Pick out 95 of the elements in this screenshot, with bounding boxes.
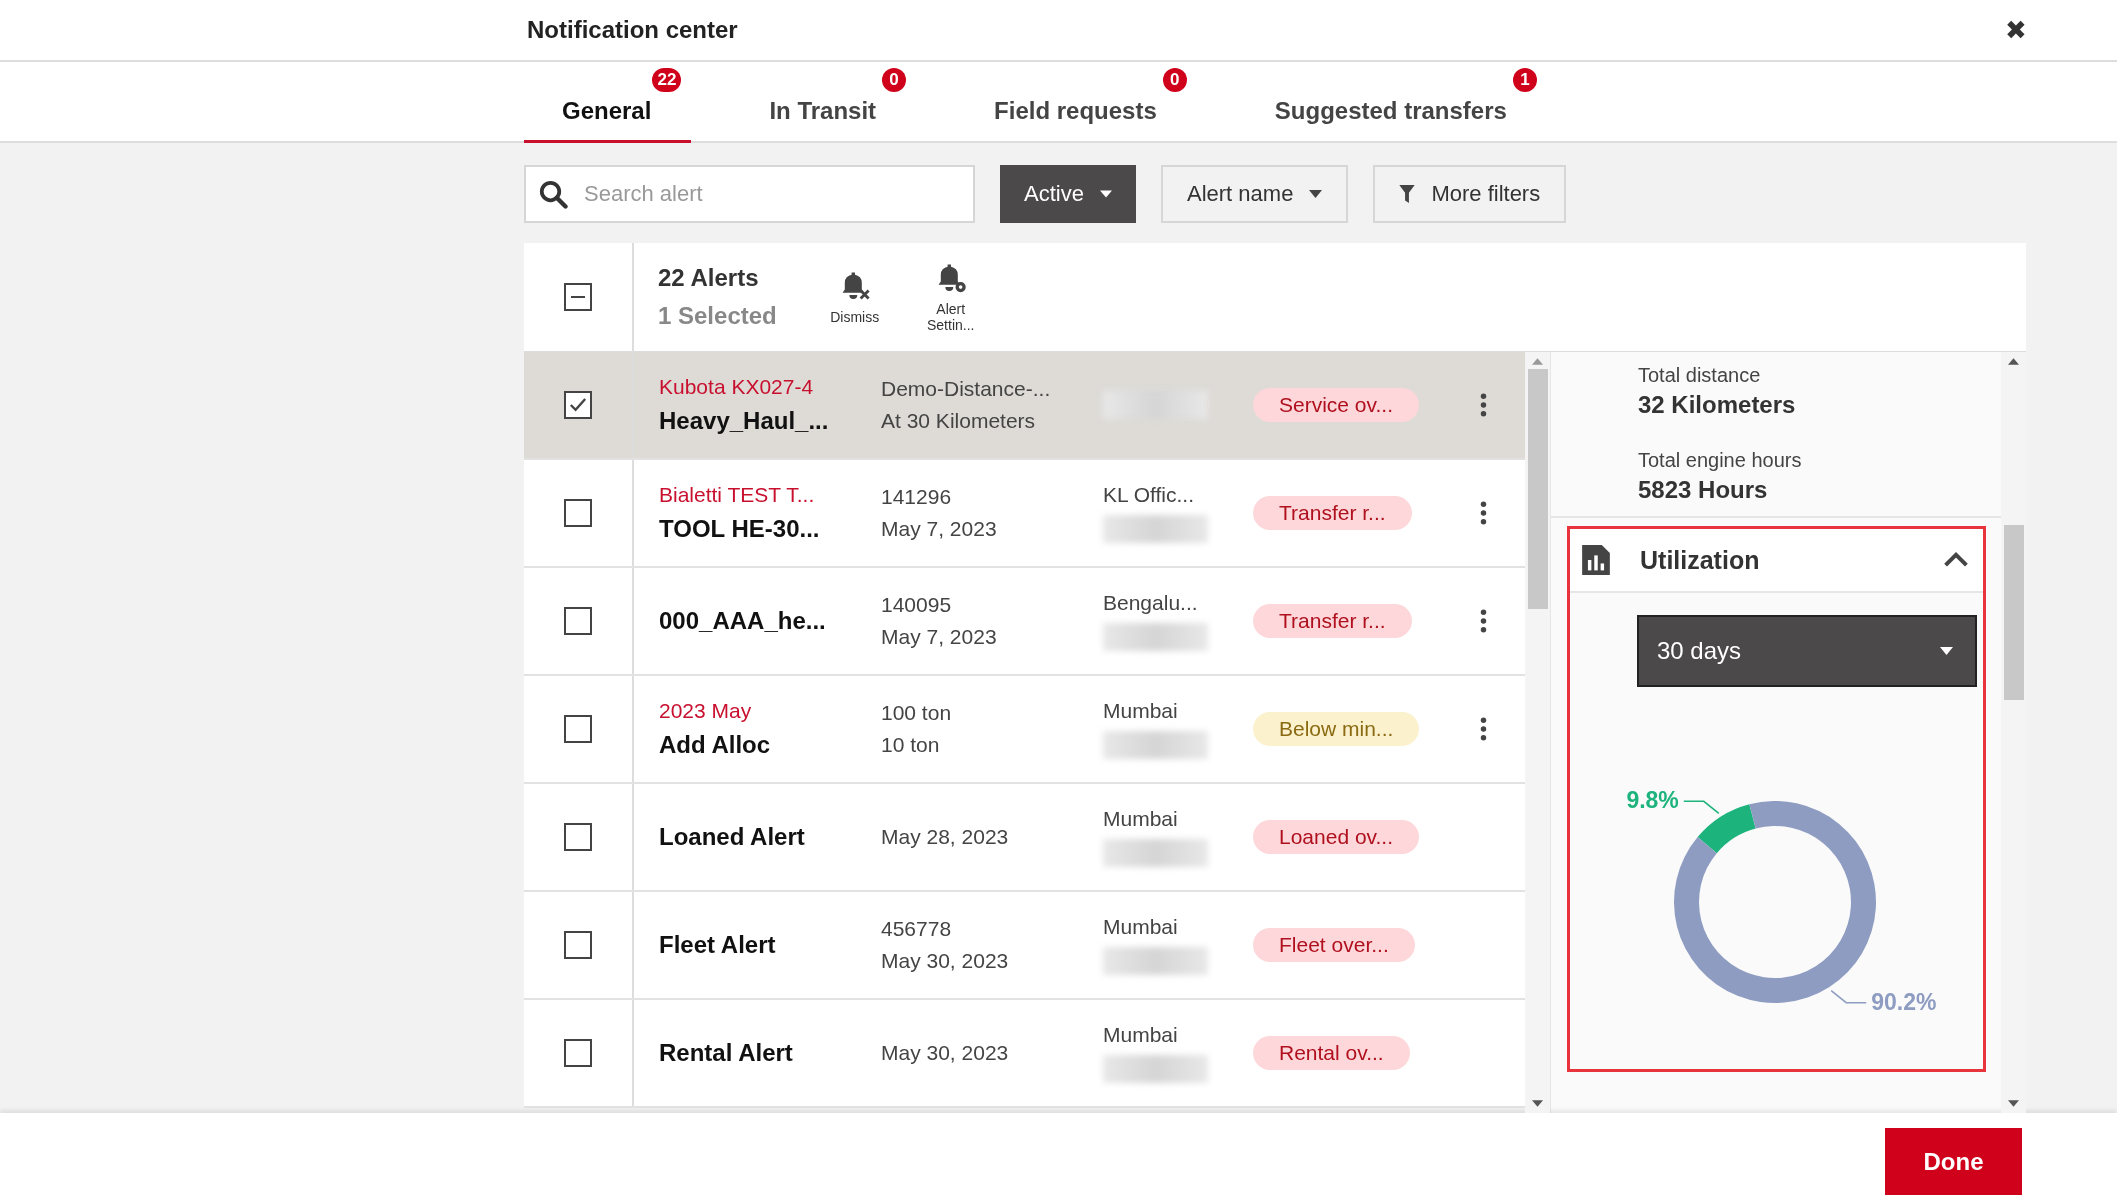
alert-row[interactable]: Loaned Alert May 28, 2023 Mumbai Loaned ov... xyxy=(524,784,1525,892)
caret-icon xyxy=(1940,647,1953,655)
more-icon[interactable] xyxy=(1479,609,1487,633)
alert-detail: May 7, 2023 xyxy=(881,517,998,541)
location-text: Mumbai xyxy=(1103,915,1179,939)
location-text: Mumbai xyxy=(1103,699,1179,723)
alert-row[interactable]: 000_AAA_he... 140095 May 7, 2023 Bengalu... Transfer r... xyxy=(524,568,1525,676)
row-checkbox[interactable] xyxy=(564,823,592,851)
scroll-down-icon[interactable] xyxy=(1532,1100,1543,1107)
tab[interactable]: Field requests 0 xyxy=(956,62,1197,143)
row-checkbox[interactable] xyxy=(564,607,592,635)
caret-icon xyxy=(1309,190,1323,198)
alert-detail: May 30, 2023 xyxy=(881,1041,1010,1065)
row-checkbox[interactable] xyxy=(564,499,592,527)
count-badge: 0 xyxy=(1162,68,1187,92)
window-title: Notification center xyxy=(527,16,738,44)
alert-name: 000_AAA_he... xyxy=(659,607,827,635)
alert-detail: 456778 xyxy=(881,917,953,941)
location-text: Mumbai xyxy=(1103,1023,1179,1047)
stat-label: Total distance xyxy=(1638,364,1762,387)
count-badge: 1 xyxy=(1512,68,1537,92)
stat-label: Total engine hours xyxy=(1638,449,1803,472)
select-all-checkbox[interactable] xyxy=(564,283,592,311)
alert-settings-button[interactable]: Alert Settin... xyxy=(902,261,999,333)
search-field[interactable]: Search alert xyxy=(524,165,975,223)
dismiss-button[interactable]: Dismiss xyxy=(806,269,903,325)
more-icon[interactable] xyxy=(1479,717,1487,741)
done-button[interactable]: Done xyxy=(1885,1128,2022,1195)
alert-detail: 140095 xyxy=(881,593,953,617)
alert-row[interactable]: Kubota KX027-4 Heavy_Haul_... Demo-Distance-... At 30 Kilometers Service ov... xyxy=(524,352,1525,460)
alert-tag: Transfer r... xyxy=(1253,496,1412,530)
alert-name: Loaned Alert xyxy=(659,823,806,851)
alert-tag: Below min... xyxy=(1253,712,1420,746)
alert-count: 22 Alerts xyxy=(658,264,760,292)
alert-detail: Demo-Distance-... xyxy=(881,377,1052,401)
close-button[interactable]: ✖ xyxy=(2005,14,2027,46)
count-badge: 22 xyxy=(652,68,682,92)
stat-value: 32 Kilometers xyxy=(1638,391,1797,419)
selected-count: 1 Selected xyxy=(658,302,777,330)
data-label: 90.2% xyxy=(1871,988,1937,1015)
alert-tag: Service ov... xyxy=(1253,388,1419,422)
alert-name: Add Alloc xyxy=(659,731,772,759)
location-text: KL Offic... xyxy=(1103,483,1196,507)
row-checkbox[interactable] xyxy=(564,1039,592,1067)
section-title: Utilization xyxy=(1640,545,1761,575)
scroll-thumb[interactable] xyxy=(1527,369,1548,609)
alert-detail: 10 ton xyxy=(881,733,941,757)
alert-name: Heavy_Haul_... xyxy=(659,407,830,435)
search-icon xyxy=(538,179,568,209)
alert-row[interactable]: Rental Alert May 30, 2023 Mumbai Rental ov... xyxy=(524,1000,1525,1108)
alert-row[interactable]: Fleet Alert 456778 May 30, 2023 Mumbai Fleet over... xyxy=(524,892,1525,1000)
alert-row[interactable]: Bialetti TEST T... TOOL HE-30... 141296 May 7, 2023 KL Offic... Transfer r... xyxy=(524,460,1525,568)
location-text: Mumbai xyxy=(1103,807,1179,831)
more-icon[interactable] xyxy=(1479,501,1487,525)
alert-tag: Rental ov... xyxy=(1253,1036,1410,1070)
row-checkbox[interactable] xyxy=(564,391,592,419)
location-text: Bengalu... xyxy=(1103,591,1199,615)
alert-detail: May 7, 2023 xyxy=(881,625,998,649)
scroll-thumb[interactable] xyxy=(2003,525,2024,700)
alert-name-dropdown[interactable]: Alert name xyxy=(1161,165,1349,223)
asset-name: Kubota KX027-4 xyxy=(659,375,815,399)
caret-icon xyxy=(1099,190,1112,198)
more-filters-button[interactable]: More filters xyxy=(1373,165,1567,223)
tab[interactable]: General 22 xyxy=(524,62,692,143)
count-badge: 0 xyxy=(882,68,907,92)
stat-value: 5823 Hours xyxy=(1638,476,1769,504)
alert-detail: 141296 xyxy=(881,485,953,509)
alert-tag: Fleet over... xyxy=(1253,928,1415,962)
status-dropdown[interactable]: Active xyxy=(1000,165,1136,223)
alert-detail: 100 ton xyxy=(881,701,953,725)
data-label: 9.8% xyxy=(1626,787,1679,814)
alert-name: Rental Alert xyxy=(659,1039,794,1067)
alert-tag: Loaned ov... xyxy=(1253,820,1420,854)
asset-name: 2023 May xyxy=(659,699,753,723)
tab[interactable]: Suggested transfers 1 xyxy=(1236,62,1547,143)
tab[interactable]: In Transit 0 xyxy=(731,62,917,143)
alert-detail: May 28, 2023 xyxy=(881,825,1010,849)
period-dropdown[interactable]: 30 days xyxy=(1637,615,1977,687)
chevron-icon[interactable] xyxy=(1943,552,1969,568)
alert-name: TOOL HE-30... xyxy=(659,515,821,543)
scroll-up-icon[interactable] xyxy=(2008,358,2019,365)
asset-name: Bialetti TEST T... xyxy=(659,483,816,507)
data-label: 9.8% xyxy=(1626,787,1720,815)
alert-name: Fleet Alert xyxy=(659,931,777,959)
alert-detail: May 30, 2023 xyxy=(881,949,1010,973)
filter-icon xyxy=(1399,185,1416,203)
scroll-down-icon[interactable] xyxy=(2008,1100,2019,1107)
alert-tag: Transfer r... xyxy=(1253,604,1412,638)
alert-detail: At 30 Kilometers xyxy=(881,409,1037,433)
alert-row[interactable]: 2023 May Add Alloc 100 ton 10 ton Mumbai Below min... xyxy=(524,676,1525,784)
more-icon[interactable] xyxy=(1479,393,1487,417)
chart-icon xyxy=(1582,545,1610,575)
row-checkbox[interactable] xyxy=(564,931,592,959)
row-checkbox[interactable] xyxy=(564,715,592,743)
data-label: 90.2% xyxy=(1830,988,1937,1015)
